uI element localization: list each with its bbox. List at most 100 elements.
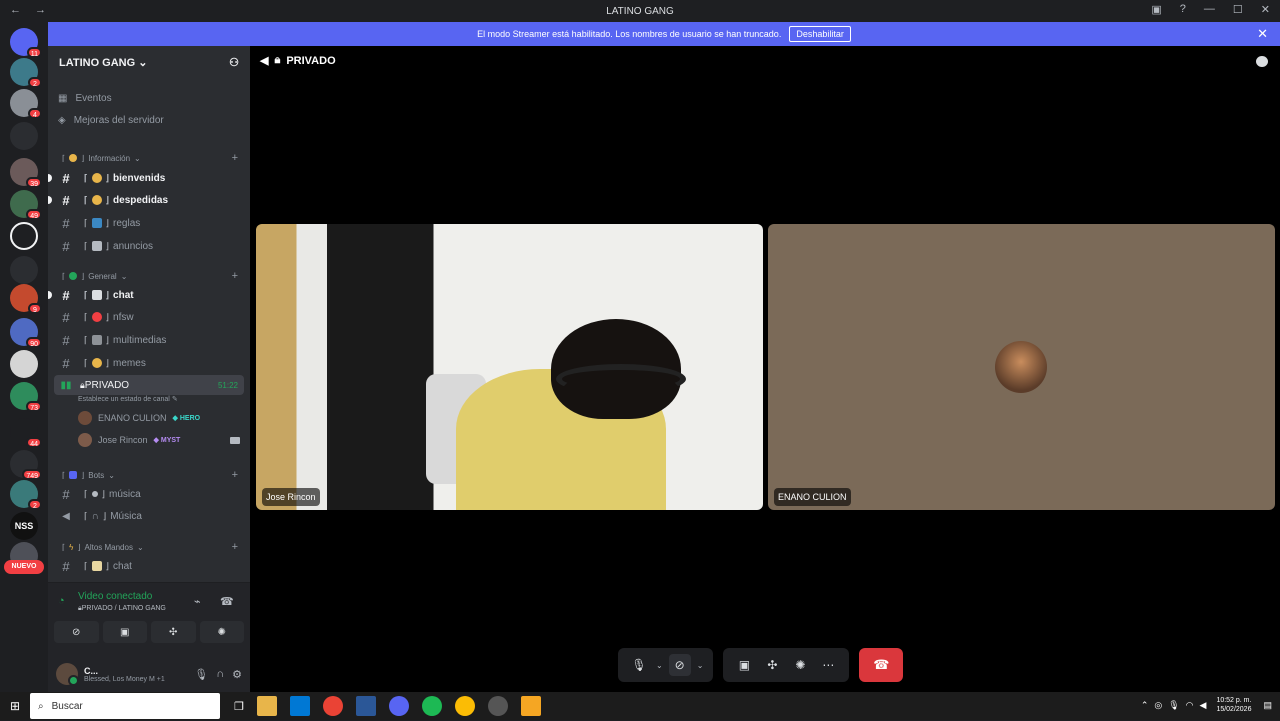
file-explorer-icon[interactable] — [256, 696, 277, 716]
server-boosts-item[interactable]: ◈ Mejoras del servidor — [58, 110, 164, 130]
speaker-icon: ◀︎ — [62, 510, 70, 522]
channel-nfsw[interactable]: # ⌈ ⌋ nfsw — [54, 307, 244, 327]
voice-location[interactable]: 🔒︎PRIVADO / LATINO GANG — [78, 605, 166, 613]
soundboard-button[interactable]: ✺ — [199, 621, 244, 643]
screen-share-button[interactable]: ▣ — [102, 621, 147, 643]
channel-bienvenids[interactable]: # ⌈ ⌋ bienvenids — [48, 168, 244, 188]
help-icon[interactable]: ? — [1180, 3, 1186, 16]
server-icon-active[interactable] — [10, 222, 38, 250]
server-icon[interactable]: 44 — [10, 418, 42, 448]
clock[interactable]: 10:52 p. m. 15/02/2026 — [1216, 696, 1251, 714]
activities-icon[interactable]: ✣ — [761, 654, 783, 676]
inbox-icon[interactable]: ▣ — [1151, 3, 1161, 16]
signal-icon: ◔ — [58, 595, 65, 607]
server-icon[interactable]: 73 — [10, 382, 42, 412]
volume-icon[interactable]: ◀︎ — [1200, 700, 1207, 711]
microphone-icon[interactable]: 🎙︎ — [194, 668, 208, 681]
channel-reglas[interactable]: # ⌈ ⌋ reglas — [54, 213, 244, 233]
camera-off-button[interactable]: ⊘ — [54, 621, 99, 643]
minimize-button[interactable]: — — [1204, 3, 1215, 16]
windows-start-icon[interactable]: ⊞ — [0, 699, 30, 713]
voice-status[interactable]: Video conectado — [78, 591, 152, 602]
create-channel-icon[interactable]: + — [232, 541, 238, 553]
microphone-icon[interactable]: 🎙︎ — [1168, 700, 1179, 711]
screen-share-icon[interactable]: ▣ — [733, 654, 755, 676]
soundboard-icon[interactable]: ✺ — [789, 654, 811, 676]
title-bar: ← → LATINO GANG ▣ ? — ☐ ✕ — [0, 0, 1280, 22]
rockstar-icon[interactable] — [520, 696, 541, 716]
taskbar-search[interactable]: ⌕ Buscar — [30, 693, 220, 719]
server-icon[interactable]: 11 — [10, 28, 42, 58]
channel-chat[interactable]: # ⌈ ⌋ chat — [48, 285, 244, 305]
channel-memes[interactable]: # ⌈ ⌋ memes — [54, 353, 244, 373]
server-icon[interactable]: 2 — [10, 58, 42, 88]
server-icon[interactable]: 749 — [10, 450, 42, 480]
server-icon[interactable]: 4 — [10, 89, 42, 119]
voice-user[interactable]: ENANO CULION ◆ HERO — [78, 409, 240, 427]
channel-anuncios[interactable]: # ⌈ ⌋ anuncios — [54, 236, 244, 256]
app-icon[interactable] — [355, 696, 376, 716]
server-icon[interactable]: 90 — [10, 318, 42, 348]
camera-off-icon[interactable]: ⊘ — [668, 654, 691, 676]
activities-button[interactable]: ✣ — [151, 621, 196, 643]
headset-icon[interactable]: ∩ — [216, 668, 224, 681]
server-icon[interactable] — [10, 350, 38, 378]
noise-suppression-icon[interactable]: ⌁ — [194, 595, 201, 608]
disconnect-button[interactable]: ☎ — [859, 648, 904, 682]
server-header[interactable]: LATINO GANG ⌄ ⚇ — [48, 46, 250, 78]
create-channel-icon[interactable]: + — [232, 152, 238, 164]
category-bots[interactable]: ⌈ ⌋ Bots ⌄ + — [62, 468, 238, 482]
discord-icon[interactable] — [388, 696, 409, 716]
spotify-icon[interactable] — [421, 696, 442, 716]
voice-channel-musica[interactable]: ◀︎ ⌈ ∩ ⌋ Música — [54, 506, 244, 526]
store-icon[interactable] — [289, 696, 310, 716]
participant-tile[interactable]: ENANO CULION — [768, 224, 1275, 510]
create-channel-icon[interactable]: + — [232, 270, 238, 282]
category-altos-mandos[interactable]: ⌈ ϟ ⌋ Altos Mandos ⌄ + — [62, 540, 238, 554]
category-informacion[interactable]: ⌈ ⌋ Información ⌄ + — [62, 151, 238, 165]
chevron-down-icon[interactable]: ⌄ — [697, 661, 704, 670]
close-window-button[interactable]: ✕ — [1261, 3, 1270, 16]
more-options-icon[interactable]: ⋯ — [817, 654, 839, 676]
server-icon[interactable]: 2 — [10, 480, 42, 510]
mention-badge: 4 — [28, 108, 42, 119]
channel-multimedias[interactable]: # ⌈ ⌋ multimedias — [54, 330, 244, 350]
network-icon[interactable]: ◎ — [1154, 700, 1162, 711]
chrome-icon[interactable] — [322, 696, 343, 716]
maximize-button[interactable]: ☐ — [1233, 3, 1243, 16]
video-tile[interactable]: Jose Rincon — [256, 224, 763, 510]
pencil-icon: ✎ — [171, 396, 178, 403]
disconnect-icon[interactable]: ☎ — [220, 595, 234, 608]
category-general[interactable]: ⌈ ⌋ General ⌄ + — [62, 269, 238, 283]
gear-icon[interactable]: ⚙ — [232, 668, 242, 681]
chevron-up-icon[interactable]: ⌃ — [1141, 700, 1149, 711]
create-channel-icon[interactable]: + — [232, 469, 238, 481]
server-icon[interactable]: 39 — [10, 158, 42, 188]
close-banner-icon[interactable]: ✕ — [1257, 26, 1268, 42]
voice-user[interactable]: Jose Rincon ◆ MYST — [78, 431, 240, 449]
channel-status-prompt[interactable]: Establece un estado de canal ✎ — [78, 395, 178, 403]
channel-despedidas[interactable]: # ⌈ ⌋ despedidas — [48, 190, 244, 210]
voice-channel-privado[interactable]: ▮▮ 🔒︎ PRIVADO 51:22 — [54, 375, 244, 395]
channel-sidebar: LATINO GANG ⌄ ⚇ ▦ Eventos ◈ Mejoras del … — [48, 46, 250, 692]
disable-streamer-button[interactable]: Deshabilitar — [789, 26, 851, 42]
channel-musica[interactable]: # ⌈ ⌋ música — [54, 484, 244, 504]
channel-header: ◀︎ 🔒︎ PRIVADO — [260, 54, 336, 67]
channel-altos-chat[interactable]: # ⌈ ⌋ chat — [54, 556, 244, 576]
app-icon[interactable] — [487, 696, 508, 716]
search-placeholder: Buscar — [51, 700, 83, 712]
microphone-icon[interactable]: 🎙︎ — [628, 654, 650, 676]
task-view-icon[interactable]: ❐ — [234, 700, 244, 713]
server-icon[interactable] — [10, 256, 38, 284]
chevron-down-icon[interactable]: ⌄ — [656, 661, 663, 670]
add-member-icon[interactable]: ⚇ — [229, 56, 239, 69]
chat-bubble-icon[interactable] — [1256, 56, 1268, 67]
server-icon[interactable]: NSS — [10, 512, 38, 540]
wifi-icon[interactable]: ◠ — [1186, 700, 1194, 711]
chrome-icon[interactable] — [454, 696, 475, 716]
avatar[interactable] — [56, 663, 79, 686]
notifications-icon[interactable]: ▤ — [1263, 700, 1272, 711]
events-item[interactable]: ▦ Eventos — [58, 88, 112, 108]
server-icon[interactable]: 49 — [10, 190, 42, 220]
server-icon[interactable] — [10, 122, 38, 150]
